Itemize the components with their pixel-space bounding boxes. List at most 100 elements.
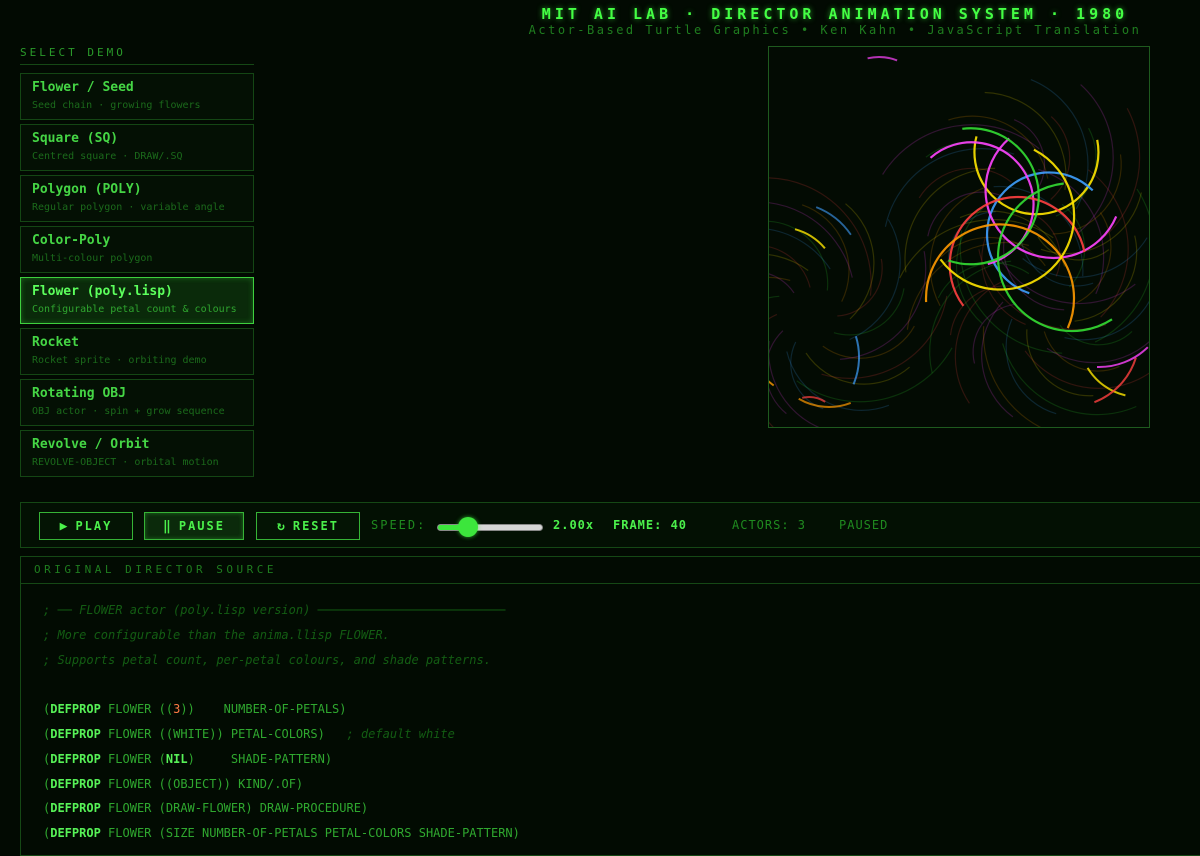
play-label: PLAY <box>75 519 113 533</box>
speed-value: 2.00x <box>553 518 595 532</box>
code-line: (DEFPROP FLOWER ((OBJECT)) KIND/.OF) <box>43 772 1200 797</box>
demo-item-name: Rotating OBJ <box>32 386 126 401</box>
status-indicator: PAUSED <box>839 518 889 532</box>
petal-arc <box>884 148 1015 227</box>
code-arg: (SIZE NUMBER-OF-PETALS PETAL-COLORS SHAD… <box>158 826 520 841</box>
petal-arc <box>929 260 1012 374</box>
demo-item[interactable]: Rocket Rocket sprite · orbiting demo <box>20 328 254 375</box>
petal-arc <box>821 295 948 379</box>
code-prop: SHADE-PATTERN) <box>194 751 333 766</box>
pause-label: PAUSE <box>178 519 225 533</box>
code-keyword: DEFPROP <box>50 801 101 816</box>
code-nil: NIL <box>165 751 188 766</box>
play-button[interactable]: ▶ PLAY <box>39 512 133 540</box>
petal-arc <box>882 124 1040 175</box>
petal-arc <box>769 340 820 427</box>
pause-button[interactable]: ‖ PAUSE <box>144 512 244 540</box>
code-line: (DEFPROP FLOWER ((3)) NUMBER-OF-PETALS) <box>43 697 1200 722</box>
speed-label: SPEED: <box>371 518 427 532</box>
demo-item-desc: Centred square · DRAW/.SQ <box>32 151 183 162</box>
petal-arc <box>769 177 872 296</box>
demo-item[interactable]: Flower / Seed Seed chain · growing flower… <box>20 73 254 120</box>
actors-count: ACTORS: 3 <box>732 518 807 532</box>
demo-list: Flower / Seed Seed chain · growing flower… <box>20 73 254 481</box>
select-demo-label: SELECT DEMO <box>20 46 254 65</box>
demo-item-desc: Configurable petal count & colours <box>32 304 237 315</box>
animation-canvas[interactable] <box>768 46 1150 428</box>
demo-item-name: Flower / Seed <box>32 80 134 95</box>
petal-arc <box>769 276 791 282</box>
petal-arc <box>954 280 1003 404</box>
petal-arc <box>1046 341 1149 364</box>
code-object: FLOWER <box>108 776 152 791</box>
demo-item[interactable]: Square (SQ) Centred square · DRAW/.SQ <box>20 124 254 171</box>
code-object: FLOWER <box>108 801 152 816</box>
petal-arc <box>769 228 831 270</box>
code-arg: ((OBJECT)) <box>158 776 231 791</box>
demo-item[interactable]: Color-Poly Multi-colour polygon <box>20 226 254 273</box>
speed-slider-track[interactable] <box>437 524 543 531</box>
code-line: (DEFPROP FLOWER (NIL) SHADE-PATTERN) <box>43 747 1200 772</box>
code-prop: KIND/.OF) <box>230 776 304 791</box>
code-prop: DRAW-PROCEDURE) <box>252 801 369 816</box>
demo-item[interactable]: Polygon (POLY) Regular polygon · variable… <box>20 175 254 222</box>
code-comment: ; default white <box>324 726 455 741</box>
reset-button[interactable]: ↻ RESET <box>256 512 360 540</box>
code-keyword: DEFPROP <box>50 726 101 741</box>
petal-arc <box>1055 127 1097 217</box>
code-keyword: DEFPROP <box>50 702 101 717</box>
demo-item[interactable]: Flower (poly.lisp) Configurable petal cou… <box>20 277 254 324</box>
petal-arc <box>867 56 898 62</box>
speed-slider-thumb[interactable] <box>458 517 479 537</box>
petal-arc <box>982 326 1042 427</box>
petal-arc <box>1086 367 1126 397</box>
code-comment-line: ; ── FLOWER actor (poly.lisp version) ──… <box>43 603 506 617</box>
demo-item-name: Revolve / Orbit <box>32 437 150 452</box>
source-panel-title: ORIGINAL DIRECTOR SOURCE <box>21 557 1200 584</box>
reset-label: RESET <box>292 519 339 533</box>
play-icon: ▶ <box>59 518 68 534</box>
demo-item[interactable]: Revolve / Orbit REVOLVE-OBJECT · orbital … <box>20 430 254 477</box>
demo-item-name: Square (SQ) <box>32 131 119 146</box>
code-arg: ( <box>158 751 166 766</box>
petal-arc <box>1005 318 1057 415</box>
reset-icon: ↻ <box>277 518 285 534</box>
petal-arc <box>769 202 853 278</box>
code-keyword: DEFPROP <box>50 776 101 791</box>
source-code: ; ── FLOWER actor (poly.lisp version) ──… <box>21 584 1200 846</box>
demo-item-name: Flower (poly.lisp) <box>32 284 173 299</box>
code-comment-line: ; More configurable than the anima.llisp… <box>43 627 390 642</box>
demo-item-desc: REVOLVE-OBJECT · orbital motion <box>32 457 219 468</box>
app-title: MIT AI LAB · DIRECTOR ANIMATION SYSTEM ·… <box>541 5 1129 23</box>
petal-arc <box>769 246 811 288</box>
petal-arc <box>769 313 778 320</box>
code-object: FLOWER <box>108 702 152 717</box>
demo-item-name: Color-Poly <box>32 233 111 248</box>
code-prop: NUMBER-OF-PETALS) <box>194 702 347 717</box>
code-arg: (( <box>158 702 174 717</box>
petal-arc <box>849 219 901 341</box>
petal-arc <box>801 396 826 403</box>
demo-item-desc: OBJ actor · spin + grow sequence <box>32 406 225 417</box>
code-arg-close: ) <box>187 751 195 766</box>
control-bar: ▶ PLAY ‖ PAUSE ↻ RESET SPEED: 2.00x FRAM… <box>20 502 1200 548</box>
code-arg: ((WHITE)) <box>158 726 224 741</box>
demo-item[interactable]: Rotating OBJ OBJ actor · spin + grow sequ… <box>20 379 254 426</box>
petal-arc <box>769 421 774 427</box>
pause-icon: ‖ <box>163 518 171 534</box>
petal-arc <box>769 273 795 294</box>
petal-arc <box>845 203 875 320</box>
code-arg: (DRAW-FLOWER) <box>158 801 253 816</box>
demo-item-name: Polygon (POLY) <box>32 182 142 197</box>
petal-arc <box>815 206 852 236</box>
